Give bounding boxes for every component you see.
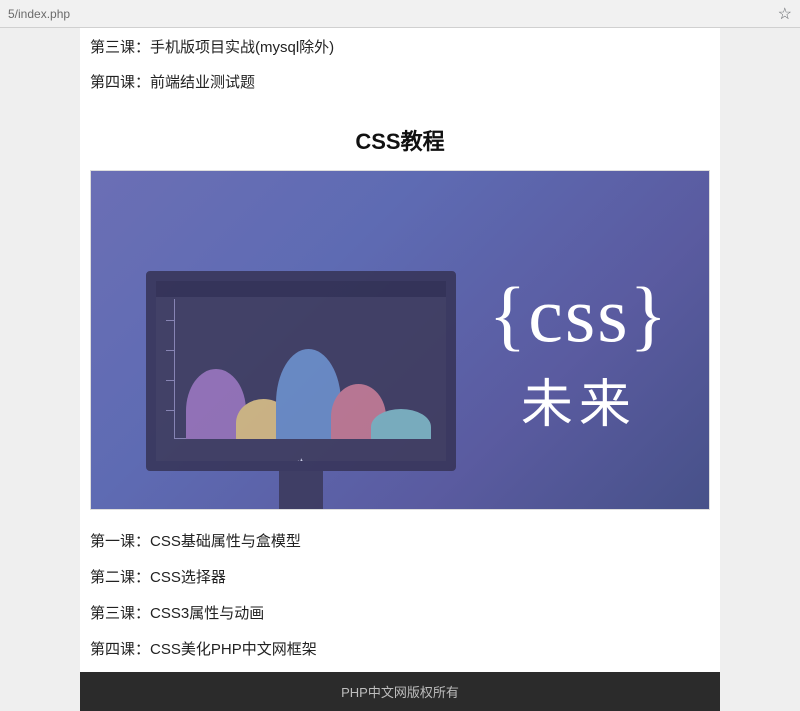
banner-text: {css} 未来 <box>489 276 669 437</box>
css-future-text: 未来 <box>489 362 669 437</box>
list-item[interactable]: 第四课：CSS美化PHP中文网框架 <box>90 630 710 666</box>
monitor-screen <box>146 271 456 471</box>
section-title: CSS教程 <box>80 106 720 170</box>
axis-tick <box>166 350 174 351</box>
lesson-title: CSS选择器 <box>150 569 226 586</box>
lesson-title: CSS基础属性与盒模型 <box>150 533 301 550</box>
lesson-prefix: 第三课： <box>90 605 150 622</box>
list-item[interactable]: 第三课：手机版项目实战(mysql除外) <box>90 28 710 63</box>
monitor-menu-bar <box>156 281 446 297</box>
css-brace-text: {css} <box>489 276 669 354</box>
lesson-title: CSS3属性与动画 <box>150 605 264 622</box>
list-item[interactable]: 第三课：CSS3属性与动画 <box>90 594 710 630</box>
page-background: 第三课：手机版项目实战(mysql除外) 第四课：前端结业测试题 CSS教程 <box>0 28 800 711</box>
css-course-banner[interactable]: {css} 未来 <box>90 170 710 510</box>
monitor-stand <box>279 471 323 510</box>
address-bar: 5/index.php ☆ <box>0 0 800 28</box>
intro-lesson-list: 第三课：手机版项目实战(mysql除外) 第四课：前端结业测试题 <box>80 28 720 106</box>
url-fragment: 5/index.php <box>8 7 778 21</box>
flame-icon <box>289 456 313 471</box>
axis-tick <box>166 410 174 411</box>
lesson-list: 第一课：CSS基础属性与盒模型 第二课：CSS选择器 第三课：CSS3属性与动画… <box>80 510 720 672</box>
footer-copyright: PHP中文网版权所有 <box>80 672 720 711</box>
lesson-prefix: 第一课： <box>90 533 150 550</box>
axis-tick <box>166 380 174 381</box>
content-column: 第三课：手机版项目实战(mysql除外) 第四课：前端结业测试题 CSS教程 <box>80 28 720 711</box>
lesson-prefix: 第二课： <box>90 569 150 586</box>
axis-tick <box>166 320 174 321</box>
bookmark-star-icon[interactable]: ☆ <box>778 4 792 24</box>
list-item[interactable]: 第一课：CSS基础属性与盒模型 <box>90 522 710 558</box>
list-item[interactable]: 第四课：前端结业测试题 <box>90 63 710 98</box>
monitor-illustration <box>146 271 456 510</box>
list-item[interactable]: 第二课：CSS选择器 <box>90 558 710 594</box>
chart-y-axis <box>174 299 175 439</box>
chart-blob <box>371 409 431 439</box>
